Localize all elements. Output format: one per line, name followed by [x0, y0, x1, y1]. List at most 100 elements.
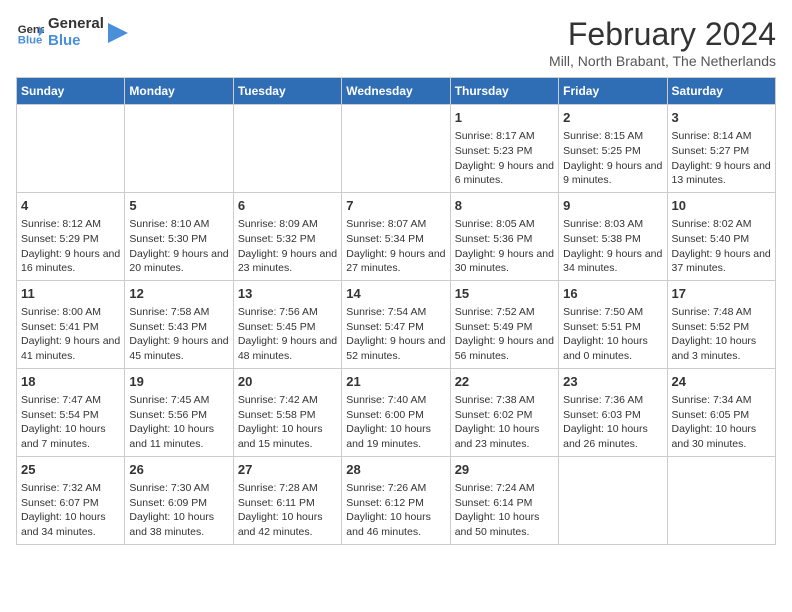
day-info: Sunrise: 7:52 AM Sunset: 5:49 PM Dayligh… [455, 305, 554, 364]
week-row-1: 4 Sunrise: 8:12 AM Sunset: 5:29 PM Daylig… [17, 192, 776, 280]
day-number: 3 [672, 109, 771, 127]
day-info: Sunrise: 7:36 AM Sunset: 6:03 PM Dayligh… [563, 393, 662, 452]
title-area: February 2024 Mill, North Brabant, The N… [549, 16, 776, 69]
calendar-cell: 3 Sunrise: 8:14 AM Sunset: 5:27 PM Daylig… [667, 105, 775, 193]
day-number: 23 [563, 373, 662, 391]
calendar-cell: 12 Sunrise: 7:58 AM Sunset: 5:43 PM Dayli… [125, 280, 233, 368]
day-info: Sunrise: 7:40 AM Sunset: 6:00 PM Dayligh… [346, 393, 445, 452]
day-number: 22 [455, 373, 554, 391]
day-info: Sunrise: 8:09 AM Sunset: 5:32 PM Dayligh… [238, 217, 337, 276]
day-number: 11 [21, 285, 120, 303]
day-number: 25 [21, 461, 120, 479]
day-number: 10 [672, 197, 771, 215]
day-number: 27 [238, 461, 337, 479]
calendar-cell: 10 Sunrise: 8:02 AM Sunset: 5:40 PM Dayli… [667, 192, 775, 280]
calendar-cell [17, 105, 125, 193]
column-header-thursday: Thursday [450, 78, 558, 105]
day-info: Sunrise: 7:26 AM Sunset: 6:12 PM Dayligh… [346, 481, 445, 540]
day-info: Sunrise: 8:14 AM Sunset: 5:27 PM Dayligh… [672, 129, 771, 188]
calendar-cell: 20 Sunrise: 7:42 AM Sunset: 5:58 PM Dayli… [233, 368, 341, 456]
day-info: Sunrise: 8:17 AM Sunset: 5:23 PM Dayligh… [455, 129, 554, 188]
day-number: 12 [129, 285, 228, 303]
day-info: Sunrise: 7:54 AM Sunset: 5:47 PM Dayligh… [346, 305, 445, 364]
day-number: 17 [672, 285, 771, 303]
day-info: Sunrise: 8:12 AM Sunset: 5:29 PM Dayligh… [21, 217, 120, 276]
week-row-3: 18 Sunrise: 7:47 AM Sunset: 5:54 PM Dayli… [17, 368, 776, 456]
day-info: Sunrise: 7:50 AM Sunset: 5:51 PM Dayligh… [563, 305, 662, 364]
day-info: Sunrise: 7:34 AM Sunset: 6:05 PM Dayligh… [672, 393, 771, 452]
calendar-cell: 6 Sunrise: 8:09 AM Sunset: 5:32 PM Daylig… [233, 192, 341, 280]
column-header-saturday: Saturday [667, 78, 775, 105]
day-number: 21 [346, 373, 445, 391]
calendar-cell: 9 Sunrise: 8:03 AM Sunset: 5:38 PM Daylig… [559, 192, 667, 280]
subtitle: Mill, North Brabant, The Netherlands [549, 53, 776, 69]
day-info: Sunrise: 7:48 AM Sunset: 5:52 PM Dayligh… [672, 305, 771, 364]
calendar-cell: 26Sunrise: 7:30 AM Sunset: 6:09 PM Dayli… [125, 456, 233, 544]
day-info: Sunrise: 7:42 AM Sunset: 5:58 PM Dayligh… [238, 393, 337, 452]
day-number: 4 [21, 197, 120, 215]
day-info: Sunrise: 8:02 AM Sunset: 5:40 PM Dayligh… [672, 217, 771, 276]
calendar-cell: 28 Sunrise: 7:26 AM Sunset: 6:12 PM Dayli… [342, 456, 450, 544]
day-number: 9 [563, 197, 662, 215]
calendar-cell: 24 Sunrise: 7:34 AM Sunset: 6:05 PM Dayli… [667, 368, 775, 456]
calendar-cell: 16 Sunrise: 7:50 AM Sunset: 5:51 PM Dayli… [559, 280, 667, 368]
calendar-cell: 19Sunrise: 7:45 AM Sunset: 5:56 PM Dayli… [125, 368, 233, 456]
calendar-cell: 8 Sunrise: 8:05 AM Sunset: 5:36 PM Daylig… [450, 192, 558, 280]
day-number: 6 [238, 197, 337, 215]
day-number: 2 [563, 109, 662, 127]
day-number: 8 [455, 197, 554, 215]
day-info: Sunrise: 8:05 AM Sunset: 5:36 PM Dayligh… [455, 217, 554, 276]
day-info: Sunrise: 7:24 AM Sunset: 6:14 PM Dayligh… [455, 481, 554, 540]
calendar-table: SundayMondayTuesdayWednesdayThursdayFrid… [16, 77, 776, 545]
calendar-cell: 15 Sunrise: 7:52 AM Sunset: 5:49 PM Dayli… [450, 280, 558, 368]
day-number: 28 [346, 461, 445, 479]
day-info: Sunrise: 7:47 AM Sunset: 5:54 PM Dayligh… [21, 393, 120, 452]
day-number: 1 [455, 109, 554, 127]
day-number: 20 [238, 373, 337, 391]
day-number: 14 [346, 285, 445, 303]
calendar-cell: 2 Sunrise: 8:15 AM Sunset: 5:25 PM Daylig… [559, 105, 667, 193]
svg-text:Blue: Blue [18, 34, 43, 46]
calendar-cell: 5 Sunrise: 8:10 AM Sunset: 5:30 PM Daylig… [125, 192, 233, 280]
calendar-cell: 4 Sunrise: 8:12 AM Sunset: 5:29 PM Daylig… [17, 192, 125, 280]
day-number: 19 [129, 373, 228, 391]
day-number: 24 [672, 373, 771, 391]
column-header-friday: Friday [559, 78, 667, 105]
logo-icon: General Blue [16, 19, 44, 47]
day-number: 16 [563, 285, 662, 303]
day-info: Sunrise: 7:28 AM Sunset: 6:11 PM Dayligh… [238, 481, 337, 540]
day-info: Sunrise: 7:30 AM Sunset: 6:09 PM Dayligh… [129, 481, 228, 540]
day-info: Sunrise: 8:10 AM Sunset: 5:30 PM Dayligh… [129, 217, 228, 276]
calendar-cell: 21 Sunrise: 7:40 AM Sunset: 6:00 PM Dayli… [342, 368, 450, 456]
day-info: Sunrise: 8:00 AM Sunset: 5:41 PM Dayligh… [21, 305, 120, 364]
calendar-cell: 7 Sunrise: 8:07 AM Sunset: 5:34 PM Daylig… [342, 192, 450, 280]
day-info: Sunrise: 7:58 AM Sunset: 5:43 PM Dayligh… [129, 305, 228, 364]
calendar-cell: 23 Sunrise: 7:36 AM Sunset: 6:03 PM Dayli… [559, 368, 667, 456]
main-title: February 2024 [549, 16, 776, 53]
day-info: Sunrise: 8:07 AM Sunset: 5:34 PM Dayligh… [346, 217, 445, 276]
day-info: Sunrise: 7:56 AM Sunset: 5:45 PM Dayligh… [238, 305, 337, 364]
day-info: Sunrise: 7:38 AM Sunset: 6:02 PM Dayligh… [455, 393, 554, 452]
column-header-wednesday: Wednesday [342, 78, 450, 105]
day-number: 7 [346, 197, 445, 215]
calendar-cell [342, 105, 450, 193]
calendar-cell [125, 105, 233, 193]
calendar-cell: 22 Sunrise: 7:38 AM Sunset: 6:02 PM Dayli… [450, 368, 558, 456]
calendar-cell [233, 105, 341, 193]
calendar-cell: 27 Sunrise: 7:28 AM Sunset: 6:11 PM Dayli… [233, 456, 341, 544]
day-info: Sunrise: 8:15 AM Sunset: 5:25 PM Dayligh… [563, 129, 662, 188]
day-number: 5 [129, 197, 228, 215]
calendar-cell: 17 Sunrise: 7:48 AM Sunset: 5:52 PM Dayli… [667, 280, 775, 368]
logo-general: General [48, 16, 104, 33]
calendar-cell: 1 Sunrise: 8:17 AM Sunset: 5:23 PM Daylig… [450, 105, 558, 193]
calendar-header-row: SundayMondayTuesdayWednesdayThursdayFrid… [17, 78, 776, 105]
day-number: 15 [455, 285, 554, 303]
calendar-cell: 29 Sunrise: 7:24 AM Sunset: 6:14 PM Dayli… [450, 456, 558, 544]
calendar-cell [559, 456, 667, 544]
column-header-monday: Monday [125, 78, 233, 105]
week-row-4: 25Sunrise: 7:32 AM Sunset: 6:07 PM Dayli… [17, 456, 776, 544]
calendar-cell [667, 456, 775, 544]
day-number: 18 [21, 373, 120, 391]
day-info: Sunrise: 8:03 AM Sunset: 5:38 PM Dayligh… [563, 217, 662, 276]
day-number: 29 [455, 461, 554, 479]
